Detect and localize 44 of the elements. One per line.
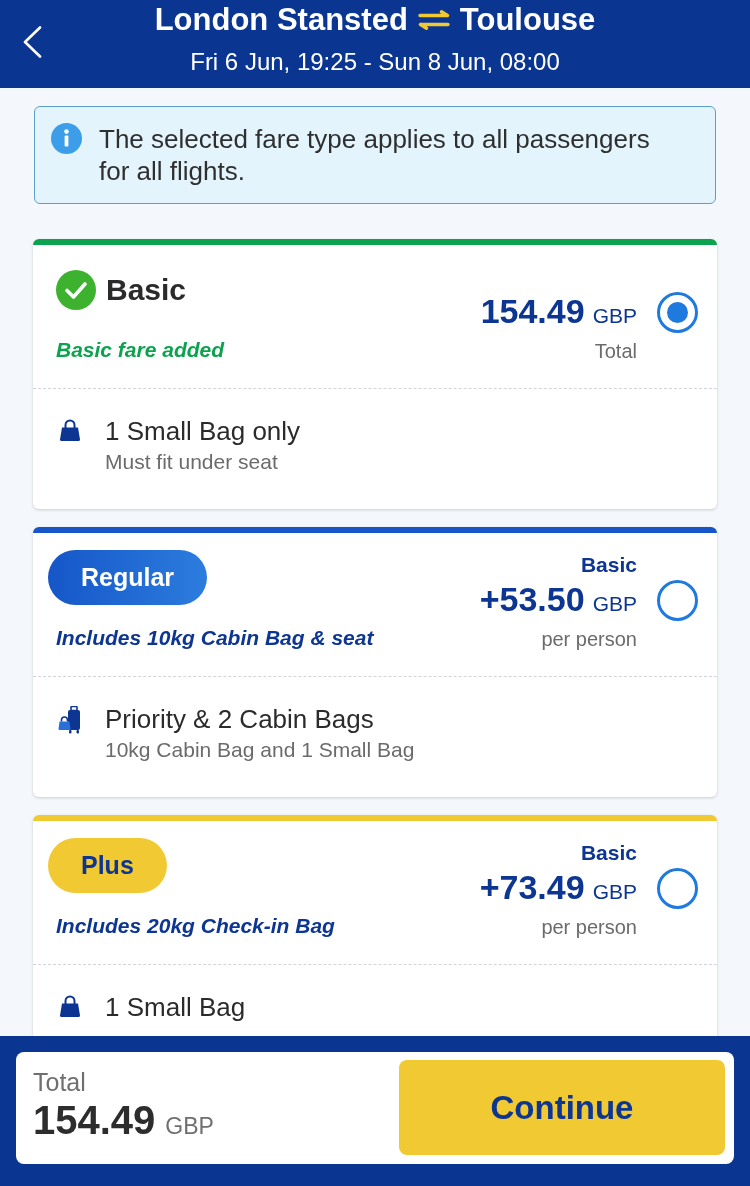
fare-tagline: Includes 10kg Cabin Bag & seat: [56, 625, 374, 651]
destination-title: Toulouse: [459, 2, 596, 38]
total-label: Total: [33, 1066, 86, 1097]
continue-button[interactable]: Continue: [399, 1060, 725, 1155]
fare-card[interactable]: Plus Includes 20kg Check-in Bag Basic +73.49 GBP per person 1 Small Bag: [33, 815, 717, 1036]
handbag-icon: [58, 994, 82, 1018]
feature-title: 1 Small Bag only: [105, 415, 301, 447]
price-note: per person: [541, 915, 637, 940]
luggage-icon: [58, 706, 82, 734]
feature-detail: 10kg Cabin Bag and 1 Small Bag: [105, 737, 415, 763]
radio-button[interactable]: [657, 580, 698, 621]
chevron-left-icon: [22, 25, 42, 58]
fare-tagline: Includes 20kg Check-in Bag: [56, 913, 335, 939]
fare-name: Basic: [106, 271, 187, 308]
fare-price: +53.50: [479, 579, 585, 619]
price-note: Total: [594, 339, 637, 364]
origin-title: London Stansted: [154, 2, 408, 38]
fare-name-badge: Plus: [48, 838, 167, 893]
feature-title: 1 Small Bag: [105, 991, 246, 1023]
feature-title: Priority & 2 Cabin Bags: [105, 703, 375, 735]
currency-label: GBP: [592, 303, 637, 329]
total-price: 154.49: [33, 1096, 156, 1143]
radio-button[interactable]: [657, 292, 698, 333]
currency-label: GBP: [165, 1111, 214, 1141]
fare-tagline: Basic fare added: [56, 337, 225, 363]
radio-button[interactable]: [657, 868, 698, 909]
back-button[interactable]: [22, 25, 42, 58]
fare-price: 154.49: [480, 291, 585, 331]
info-text: The selected fare type applies to all passengers for all flights.: [99, 123, 651, 187]
fare-price: +73.49: [479, 867, 585, 907]
currency-label: GBP: [592, 591, 637, 617]
info-icon: [51, 123, 82, 154]
price-base-label: Basic: [580, 841, 637, 865]
price-base-label: Basic: [580, 553, 637, 577]
trip-dates: Fri 6 Jun, 19:25 - Sun 8 Jun, 08:00: [190, 47, 560, 77]
currency-label: GBP: [592, 879, 637, 905]
fare-card[interactable]: Basic Basic fare added 154.49 GBP Total 1 Small Bag only Must fit under seat: [33, 239, 717, 509]
swap-arrows-icon: [417, 10, 450, 30]
check-circle-icon: [56, 269, 96, 310]
fare-card[interactable]: Regular Includes 10kg Cabin Bag & seat Basic +53.50 GBP per person Priority & 2 Cabin Bags 10kg Cabin Bag and 1 Small Bag: [33, 527, 717, 797]
price-note: per person: [541, 627, 637, 652]
feature-detail: Must fit under seat: [105, 449, 279, 475]
handbag-icon: [58, 418, 82, 442]
fare-name-badge: Regular: [48, 550, 208, 605]
